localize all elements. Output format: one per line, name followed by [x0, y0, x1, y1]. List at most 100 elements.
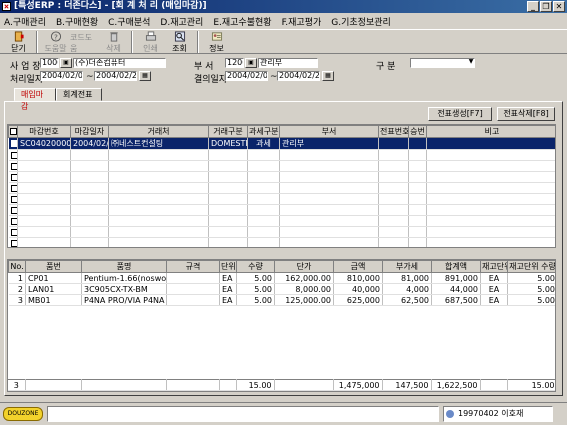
row-checkbox-cell[interactable]	[8, 193, 18, 205]
empty-cell[interactable]	[17, 171, 71, 183]
row-checkbox-cell[interactable]	[8, 160, 18, 172]
proc-to-input[interactable]: 2004/02/29	[94, 71, 137, 81]
stock-qty-cell[interactable]: 5.00	[507, 294, 555, 306]
row-checkbox-cell[interactable]	[8, 237, 18, 247]
checkbox[interactable]	[10, 239, 17, 247]
unit-cell[interactable]: EA	[219, 272, 237, 284]
amount-cell[interactable]: 625,000	[333, 294, 383, 306]
empty-cell[interactable]	[208, 237, 248, 247]
empty-cell[interactable]	[247, 171, 280, 183]
qty-cell[interactable]: 5.00	[236, 272, 275, 284]
info-tool-button[interactable]: 정보	[202, 30, 231, 54]
empty-cell[interactable]	[247, 204, 280, 216]
table-row[interactable]: 1 CP01 Pentium-1.66(noswod) EA 5.00 162,…	[8, 272, 555, 284]
empty-cell[interactable]	[426, 204, 555, 216]
print-tool-button[interactable]: 인쇄	[136, 30, 165, 54]
unit-cell[interactable]: EA	[219, 294, 237, 306]
calendar-icon[interactable]: ▦	[322, 71, 334, 81]
vat-cell[interactable]: 81,000	[382, 272, 432, 284]
empty-row[interactable]	[8, 193, 555, 205]
empty-cell[interactable]	[378, 226, 409, 238]
empty-cell[interactable]	[426, 171, 555, 183]
empty-cell[interactable]	[279, 160, 379, 172]
empty-cell[interactable]	[17, 160, 71, 172]
empty-cell[interactable]	[208, 215, 248, 227]
empty-cell[interactable]	[408, 204, 427, 216]
empty-cell[interactable]	[408, 149, 427, 161]
row-checkbox-cell[interactable]	[8, 226, 18, 238]
empty-row[interactable]	[8, 204, 555, 216]
empty-cell[interactable]	[17, 204, 71, 216]
dept-code-input[interactable]: 1200	[225, 58, 244, 68]
tab-purchase-close[interactable]: 매입마감	[14, 88, 56, 111]
empty-cell[interactable]	[408, 237, 427, 247]
empty-cell[interactable]	[208, 193, 248, 205]
price-cell[interactable]: 8,000.00	[274, 283, 334, 295]
empty-cell[interactable]	[378, 149, 409, 161]
empty-cell[interactable]	[408, 215, 427, 227]
amount-cell[interactable]: 40,000	[333, 283, 383, 295]
empty-cell[interactable]	[17, 182, 71, 194]
empty-row[interactable]	[8, 149, 555, 161]
stock-qty-cell[interactable]: 5.00	[507, 272, 555, 284]
qty-cell[interactable]: 5.00	[236, 283, 275, 295]
empty-cell[interactable]	[108, 215, 209, 227]
code-help-tool-button[interactable]: 코드도움	[70, 30, 99, 54]
empty-row[interactable]	[8, 171, 555, 183]
empty-row[interactable]	[8, 237, 555, 247]
menu-base-info[interactable]: G.기초정보관리	[331, 15, 391, 28]
dept-lookup-button[interactable]: ▣	[245, 58, 257, 68]
empty-cell[interactable]	[426, 237, 555, 247]
menu-purchase-status[interactable]: B.구매현황	[56, 15, 98, 28]
empty-cell[interactable]	[378, 215, 409, 227]
empty-cell[interactable]	[108, 204, 209, 216]
check-all-header[interactable]	[8, 125, 18, 138]
checkbox[interactable]	[10, 151, 17, 159]
settle-from-input[interactable]: 2004/02/01	[225, 71, 268, 81]
checkbox[interactable]	[10, 162, 17, 170]
empty-cell[interactable]	[279, 182, 379, 194]
chevron-down-icon[interactable]: ▼	[466, 58, 476, 68]
row-checkbox-cell[interactable]	[8, 204, 18, 216]
checkbox[interactable]	[10, 128, 17, 135]
empty-cell[interactable]	[17, 149, 71, 161]
empty-cell[interactable]	[108, 160, 209, 172]
empty-cell[interactable]	[279, 193, 379, 205]
empty-cell[interactable]	[279, 204, 379, 216]
search-tool-button[interactable]: 조회	[165, 30, 194, 54]
empty-cell[interactable]	[70, 215, 109, 227]
empty-cell[interactable]	[408, 226, 427, 238]
site-name-input[interactable]: (주)더존컴퓨터	[73, 58, 166, 68]
empty-cell[interactable]	[426, 226, 555, 238]
empty-cell[interactable]	[247, 182, 280, 194]
empty-cell[interactable]	[279, 171, 379, 183]
menu-stock-flow[interactable]: E.재고수불현황	[213, 15, 271, 28]
site-lookup-button[interactable]: ▣	[60, 58, 72, 68]
empty-cell[interactable]	[378, 193, 409, 205]
row-checkbox-cell[interactable]	[8, 137, 18, 150]
tab-journal[interactable]: 회계전표	[56, 88, 102, 101]
dept-name-input[interactable]: 관리부	[258, 58, 318, 68]
empty-cell[interactable]	[247, 193, 280, 205]
empty-cell[interactable]	[108, 182, 209, 194]
empty-row[interactable]	[8, 182, 555, 194]
empty-cell[interactable]	[408, 182, 427, 194]
empty-cell[interactable]	[279, 237, 379, 247]
price-cell[interactable]: 162,000.00	[274, 272, 334, 284]
empty-cell[interactable]	[378, 237, 409, 247]
empty-cell[interactable]	[70, 193, 109, 205]
empty-cell[interactable]	[208, 204, 248, 216]
empty-cell[interactable]	[378, 204, 409, 216]
empty-cell[interactable]	[408, 160, 427, 172]
empty-cell[interactable]	[70, 226, 109, 238]
empty-cell[interactable]	[17, 226, 71, 238]
spec-cell[interactable]	[166, 283, 220, 295]
empty-cell[interactable]	[279, 226, 379, 238]
empty-cell[interactable]	[426, 193, 555, 205]
help-tool-button[interactable]: ? 도움말	[41, 30, 70, 54]
empty-row[interactable]	[8, 215, 555, 227]
total-cell[interactable]: 687,500	[431, 294, 481, 306]
empty-cell[interactable]	[70, 237, 109, 247]
empty-cell[interactable]	[108, 149, 209, 161]
row-checkbox-cell[interactable]	[8, 149, 18, 161]
